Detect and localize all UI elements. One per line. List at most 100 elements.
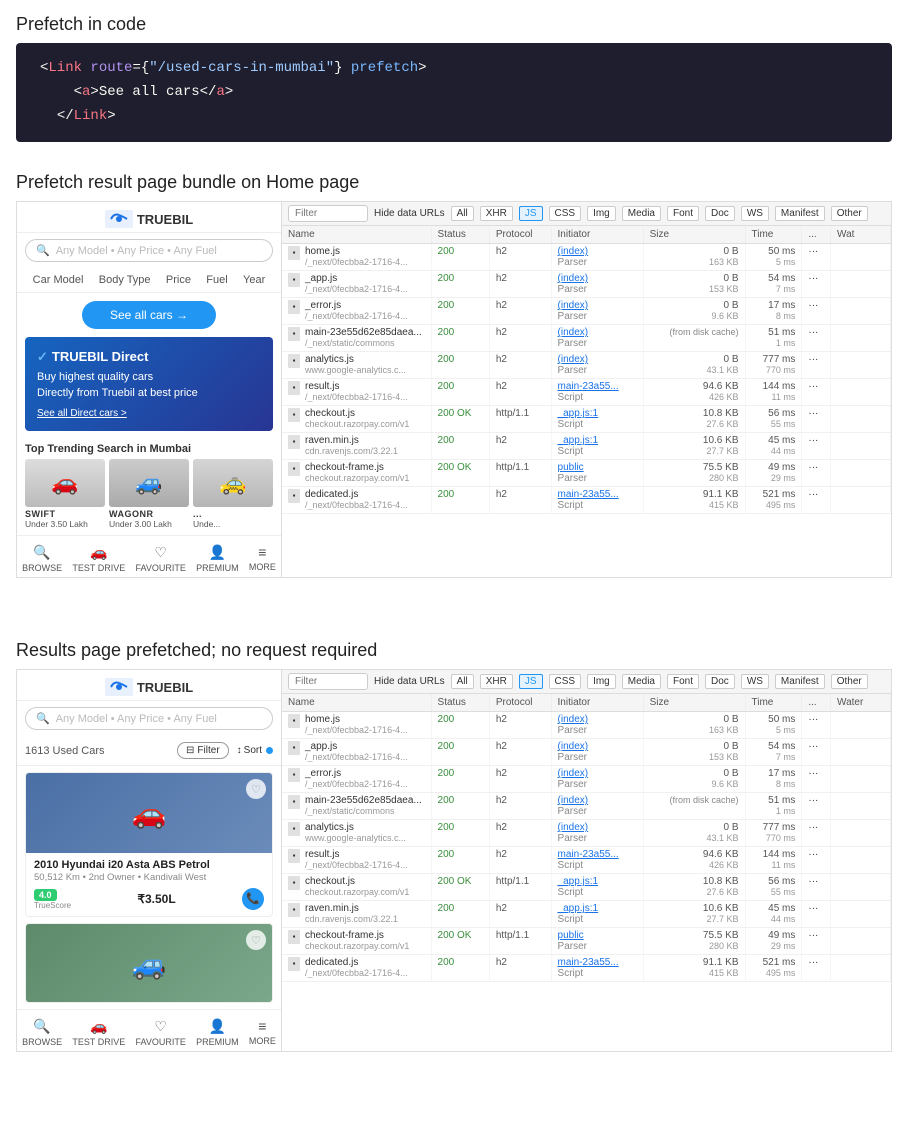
search-bar-top[interactable]: 🔍 Any Model • Any Price • Any Fuel	[25, 239, 273, 262]
filter-price[interactable]: Price	[166, 274, 191, 286]
initiator-link[interactable]: (index)	[558, 768, 589, 779]
filter-font-top[interactable]: Font	[667, 206, 699, 221]
table-row[interactable]: ▪ _app.js /_next/0fecbba2-1716-4... 200 …	[282, 271, 891, 298]
car-card-wagonr[interactable]: 🚙 WAGONR Under 3.00 Lakh	[109, 459, 189, 529]
cell-size: 0 B43.1 KB	[643, 820, 745, 847]
filter-media-top[interactable]: Media	[622, 206, 661, 221]
car-card-third[interactable]: 🚕 ... Unde...	[193, 459, 273, 529]
car-listing-2[interactable]: 🚙 ♡	[25, 923, 273, 1003]
table-row[interactable]: ▪ checkout.js checkout.razorpay.com/v1 2…	[282, 406, 891, 433]
filter-js-top[interactable]: JS	[519, 206, 543, 221]
filter-css-top[interactable]: CSS	[549, 206, 582, 221]
table-row[interactable]: ▪ _error.js /_next/0fecbba2-1716-4... 20…	[282, 766, 891, 793]
search-bar-bottom[interactable]: 🔍 Any Model • Any Price • Any Fuel	[25, 707, 273, 730]
table-row[interactable]: ▪ _error.js /_next/0fecbba2-1716-4... 20…	[282, 298, 891, 325]
initiator-link[interactable]: (index)	[558, 822, 589, 833]
initiator-link[interactable]: (index)	[558, 273, 589, 284]
filter-font-bottom[interactable]: Font	[667, 674, 699, 689]
network-filter-input-top[interactable]	[288, 205, 368, 222]
filter-body-type[interactable]: Body Type	[99, 274, 151, 286]
filter-media-bottom[interactable]: Media	[622, 674, 661, 689]
filter-img-bottom[interactable]: Img	[587, 674, 616, 689]
table-row[interactable]: ▪ analytics.js www.google-analytics.c...…	[282, 820, 891, 847]
initiator-link[interactable]: main-23a55...	[558, 957, 619, 968]
nav-premium[interactable]: 👤 PREMIUM	[196, 544, 239, 573]
filter-other-top[interactable]: Other	[831, 206, 868, 221]
cell-protocol: h2	[489, 244, 551, 271]
initiator-link[interactable]: public	[558, 462, 584, 473]
table-row[interactable]: ▪ main-23e55d62e85daea... /_next/static/…	[282, 325, 891, 352]
filter-img-top[interactable]: Img	[587, 206, 616, 221]
table-row[interactable]: ▪ _app.js /_next/0fecbba2-1716-4... 200 …	[282, 739, 891, 766]
car-listing-1[interactable]: 🚗 ♡ 2010 Hyundai i20 Asta ABS Petrol 50,…	[25, 772, 273, 917]
hide-data-urls-top[interactable]: Hide data URLs	[374, 208, 445, 219]
table-row[interactable]: ▪ home.js /_next/0fecbba2-1716-4... 200 …	[282, 712, 891, 739]
initiator-link[interactable]: _app.js:1	[558, 903, 599, 914]
initiator-link[interactable]: (index)	[558, 327, 589, 338]
nav-premium-bottom[interactable]: 👤 PREMIUM	[196, 1018, 239, 1047]
nav-more[interactable]: ≡ MORE	[249, 544, 276, 573]
car-listing-sub-1: 50,512 Km • 2nd Owner • Kandivali West	[34, 872, 264, 883]
initiator-link[interactable]: (index)	[558, 354, 589, 365]
table-row[interactable]: ▪ checkout-frame.js checkout.razorpay.co…	[282, 460, 891, 487]
initiator-link[interactable]: _app.js:1	[558, 408, 599, 419]
initiator-link[interactable]: public	[558, 930, 584, 941]
table-row[interactable]: ▪ raven.min.js cdn.ravenjs.com/3.22.1 20…	[282, 901, 891, 928]
filter-doc-bottom[interactable]: Doc	[705, 674, 735, 689]
filter-car-model[interactable]: Car Model	[33, 274, 84, 286]
filter-manifest-bottom[interactable]: Manifest	[775, 674, 825, 689]
initiator-link[interactable]: _app.js:1	[558, 876, 599, 887]
nav-more-bottom[interactable]: ≡ MORE	[249, 1018, 276, 1047]
filter-all-bottom[interactable]: All	[451, 674, 474, 689]
nav-browse-bottom[interactable]: 🔍 BROWSE	[22, 1018, 62, 1047]
table-row[interactable]: ▪ raven.min.js cdn.ravenjs.com/3.22.1 20…	[282, 433, 891, 460]
filter-xhr-bottom[interactable]: XHR	[480, 674, 513, 689]
table-row[interactable]: ▪ home.js /_next/0fecbba2-1716-4... 200 …	[282, 244, 891, 271]
table-row[interactable]: ▪ checkout.js checkout.razorpay.com/v1 2…	[282, 874, 891, 901]
table-row[interactable]: ▪ analytics.js www.google-analytics.c...…	[282, 352, 891, 379]
filter-button[interactable]: ⊟ Filter	[177, 742, 229, 759]
hide-data-urls-bottom[interactable]: Hide data URLs	[374, 676, 445, 687]
filter-year[interactable]: Year	[243, 274, 265, 286]
sort-button[interactable]: ↕ Sort	[237, 742, 273, 759]
filter-manifest-top[interactable]: Manifest	[775, 206, 825, 221]
nav-testdrive[interactable]: 🚗 TEST DRIVE	[72, 544, 125, 573]
filter-doc-top[interactable]: Doc	[705, 206, 735, 221]
nav-testdrive-bottom[interactable]: 🚗 TEST DRIVE	[72, 1018, 125, 1047]
nav-browse[interactable]: 🔍 BROWSE	[22, 544, 62, 573]
table-row[interactable]: ▪ result.js /_next/0fecbba2-1716-4... 20…	[282, 379, 891, 406]
filter-other-bottom[interactable]: Other	[831, 674, 868, 689]
filter-js-bottom[interactable]: JS	[519, 674, 543, 689]
initiator-link[interactable]: main-23a55...	[558, 381, 619, 392]
filter-ws-bottom[interactable]: WS	[741, 674, 769, 689]
cell-more: ···	[802, 928, 831, 955]
filter-css-bottom[interactable]: CSS	[549, 674, 582, 689]
initiator-link[interactable]: (index)	[558, 795, 589, 806]
nav-favourite-bottom[interactable]: ♡ FAVOURITE	[136, 1018, 186, 1047]
phone-icon[interactable]: 📞	[242, 888, 264, 910]
initiator-link[interactable]: (index)	[558, 246, 589, 257]
nav-favourite[interactable]: ♡ FAVOURITE	[136, 544, 186, 573]
cell-more: ···	[802, 325, 831, 352]
initiator-link[interactable]: main-23a55...	[558, 489, 619, 500]
initiator-link[interactable]: (index)	[558, 300, 589, 311]
table-row[interactable]: ▪ dedicated.js /_next/0fecbba2-1716-4...…	[282, 487, 891, 514]
initiator-link[interactable]: (index)	[558, 741, 589, 752]
table-row[interactable]: ▪ dedicated.js /_next/0fecbba2-1716-4...…	[282, 955, 891, 982]
initiator-link[interactable]: main-23a55...	[558, 849, 619, 860]
car-card-swift[interactable]: 🚗 SWIFT Under 3.50 Lakh	[25, 459, 105, 529]
initiator-link[interactable]: _app.js:1	[558, 435, 599, 446]
filter-fuel[interactable]: Fuel	[206, 274, 227, 286]
see-all-button[interactable]: See all cars →	[82, 301, 216, 329]
table-row[interactable]: ▪ checkout-frame.js checkout.razorpay.co…	[282, 928, 891, 955]
table-row[interactable]: ▪ result.js /_next/0fecbba2-1716-4... 20…	[282, 847, 891, 874]
cell-more: ···	[802, 874, 831, 901]
table-row[interactable]: ▪ main-23e55d62e85daea... /_next/static/…	[282, 793, 891, 820]
see-direct-link[interactable]: See all Direct cars >	[37, 406, 127, 421]
filter-ws-top[interactable]: WS	[741, 206, 769, 221]
cell-waterfall	[831, 244, 891, 271]
filter-xhr-top[interactable]: XHR	[480, 206, 513, 221]
initiator-link[interactable]: (index)	[558, 714, 589, 725]
filter-all-top[interactable]: All	[451, 206, 474, 221]
network-filter-input-bottom[interactable]	[288, 673, 368, 690]
